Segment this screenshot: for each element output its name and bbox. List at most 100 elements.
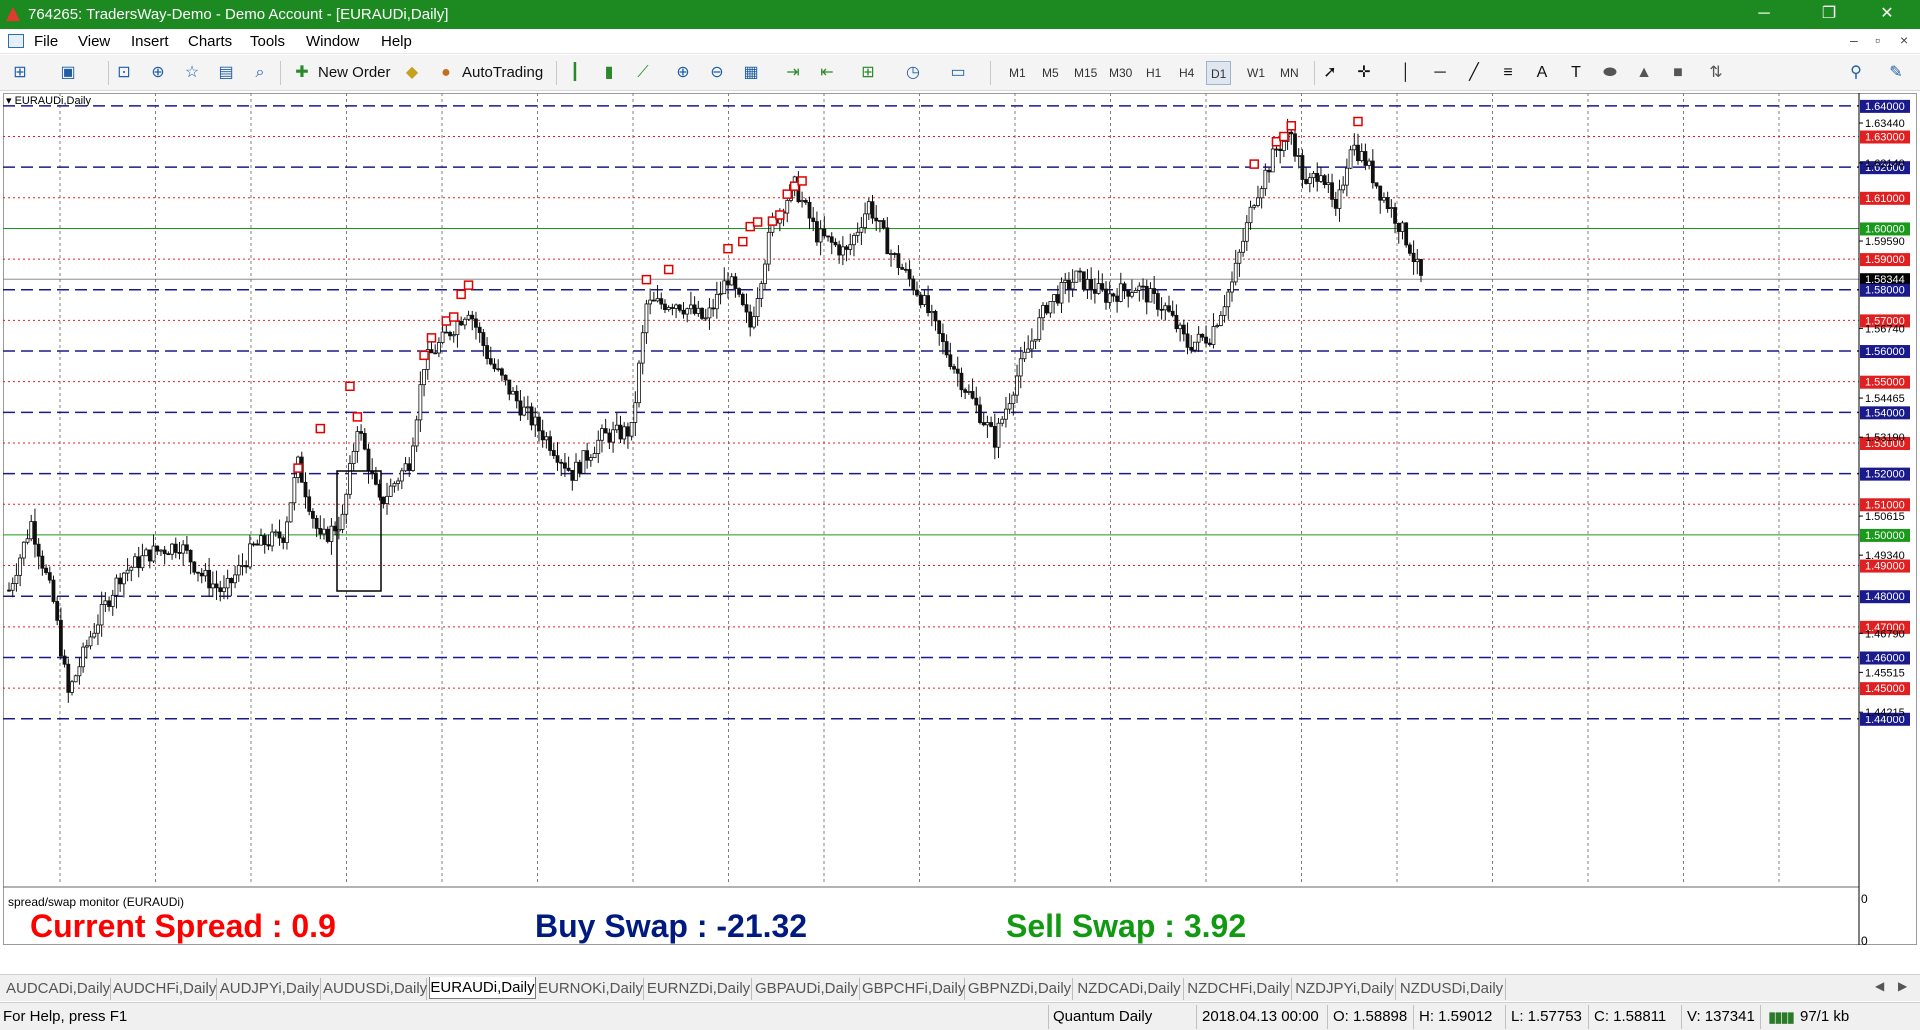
terminal-icon[interactable]: ▤ — [216, 63, 236, 83]
swing-marker — [775, 210, 785, 220]
ellipse-icon[interactable]: ⬬ — [1600, 63, 1620, 83]
autotrading-icon[interactable]: ● — [436, 63, 456, 83]
timeframe-m1[interactable]: M1 — [1005, 61, 1030, 85]
candle-body — [285, 521, 289, 543]
tab-gbpchfi-daily[interactable]: GBPCHFi,Daily — [862, 978, 965, 1000]
menu-window[interactable]: Window — [306, 33, 359, 50]
vertical-line-icon[interactable]: │ — [1396, 63, 1416, 83]
tab-audusdi-daily[interactable]: AUDUSDi,Daily — [323, 978, 427, 1000]
candle-body — [173, 543, 178, 553]
timeframe-m5[interactable]: M5 — [1038, 61, 1063, 85]
chart-window-icon[interactable] — [8, 34, 24, 48]
crosshair-icon[interactable]: ✛ — [1354, 63, 1374, 83]
candle-body — [99, 604, 104, 626]
candle-body — [1122, 283, 1127, 292]
candle-body — [1141, 285, 1145, 288]
auto-scroll-icon[interactable]: ⇥ — [783, 63, 803, 83]
horizontal-line-icon[interactable]: ─ — [1430, 63, 1450, 83]
price-chart[interactable]: 1.640001.630001.620001.610001.600001.590… — [3, 93, 1917, 945]
timeframe-mn[interactable]: MN — [1276, 61, 1303, 85]
menu-tools[interactable]: Tools — [250, 33, 285, 50]
new-order-icon[interactable]: ✚ — [292, 63, 312, 83]
strategy-tester-icon[interactable]: ⌕ — [250, 63, 270, 83]
timeframe-d1[interactable]: D1 — [1206, 61, 1232, 85]
candle-body — [874, 217, 879, 222]
minimize-button[interactable]: ─ — [1741, 2, 1787, 26]
indicators-icon[interactable]: ⊞ — [858, 63, 878, 83]
timeframe-m15[interactable]: M15 — [1070, 61, 1101, 85]
metaeditor-icon[interactable]: ◆ — [402, 63, 422, 83]
swing-marker — [663, 264, 674, 275]
tab-eurnoki-daily[interactable]: EURNOKi,Daily — [538, 978, 644, 1000]
mdi-close-button[interactable]: × — [1900, 32, 1908, 48]
text-icon[interactable]: A — [1532, 63, 1552, 83]
triangle-icon[interactable]: ▲ — [1634, 63, 1654, 83]
tabs-scroll-left-icon[interactable]: ◀ — [1875, 979, 1884, 993]
bar-chart-icon[interactable]: ┃ — [565, 63, 585, 83]
mdi-minimize-button[interactable]: – — [1850, 32, 1858, 48]
candle-body — [199, 572, 204, 577]
tab-gbpaudi-daily[interactable]: GBPAUDi,Daily — [754, 978, 860, 1000]
profiles-icon[interactable]: ▣ — [58, 63, 78, 83]
menu-charts[interactable]: Charts — [188, 33, 232, 50]
arrows-icon[interactable]: ⇅ — [1706, 63, 1726, 83]
tab-gbpnzdi-daily[interactable]: GBPNZDi,Daily — [967, 978, 1073, 1000]
swing-marker — [782, 189, 793, 199]
candle-body — [181, 544, 186, 554]
text-label-icon[interactable]: T — [1566, 63, 1586, 83]
menu-file[interactable]: File — [34, 33, 58, 50]
menu-help[interactable]: Help — [381, 33, 412, 50]
candle-body — [1359, 151, 1364, 162]
timeframe-h4[interactable]: H4 — [1175, 61, 1198, 85]
candle-body — [1419, 258, 1423, 276]
tab-nzdchfi-daily[interactable]: NZDCHFi,Daily — [1186, 978, 1292, 1000]
new-order-button[interactable]: New Order — [318, 61, 391, 85]
price-tag-label: 1.64000 — [1865, 101, 1905, 113]
candle-body — [451, 334, 456, 337]
candle-body — [1085, 279, 1090, 290]
zoom-in-icon[interactable]: ⊕ — [673, 63, 693, 83]
menu-view[interactable]: View — [78, 33, 110, 50]
tabs-scroll-right-icon[interactable]: ▶ — [1898, 979, 1907, 993]
candle-body — [1311, 172, 1316, 179]
candle-body — [1089, 279, 1094, 290]
cursor-icon[interactable]: ➚ — [1320, 63, 1340, 83]
tab-nzdcadi-daily[interactable]: NZDCADi,Daily — [1075, 978, 1184, 1000]
menu-insert[interactable]: Insert — [131, 33, 169, 50]
tab-nzdusdi-daily[interactable]: NZDUSDi,Daily — [1398, 978, 1506, 1000]
periods-icon[interactable]: ◷ — [903, 63, 923, 83]
zoom-out-icon[interactable]: ⊖ — [707, 63, 727, 83]
tab-euraudi-daily[interactable]: EURAUDi,Daily — [429, 977, 536, 999]
market-watch-icon[interactable]: ⊡ — [114, 63, 134, 83]
candlestick-icon[interactable]: ▮ — [599, 63, 619, 83]
timeframe-h1[interactable]: H1 — [1142, 61, 1165, 85]
navigator-icon[interactable]: ☆ — [182, 63, 202, 83]
tab-audchfi-daily[interactable]: AUDCHFi,Daily — [113, 978, 217, 1000]
tab-audjpyi-daily[interactable]: AUDJPYi,Daily — [219, 978, 321, 1000]
timeframe-m30[interactable]: M30 — [1105, 61, 1136, 85]
templates-icon[interactable]: ▭ — [948, 63, 968, 83]
autotrading-button[interactable]: AutoTrading — [462, 61, 543, 85]
data-window-icon[interactable]: ⊕ — [148, 63, 168, 83]
rectangle-icon[interactable]: ■ — [1668, 63, 1688, 83]
search-icon[interactable]: ⚲ — [1846, 63, 1866, 83]
maximize-button[interactable]: ❐ — [1806, 2, 1852, 26]
mdi-restore-button[interactable]: ▫ — [1875, 32, 1880, 48]
chart-shift-icon[interactable]: ⇤ — [817, 63, 837, 83]
tile-windows-icon[interactable]: ▦ — [741, 63, 761, 83]
candle-body — [325, 528, 330, 542]
price-tag-label: 1.46000 — [1865, 652, 1905, 664]
new-chart-icon[interactable]: ⊞ — [10, 63, 30, 83]
candle-body — [666, 307, 671, 311]
candle-body — [859, 227, 864, 233]
community-icon[interactable]: ✎ — [1886, 63, 1906, 83]
channel-icon[interactable]: ≡ — [1498, 63, 1518, 83]
candle-body — [511, 390, 515, 395]
trendline-icon[interactable]: ╱ — [1464, 63, 1484, 83]
tab-nzdjpyi-daily[interactable]: NZDJPYi,Daily — [1294, 978, 1396, 1000]
line-chart-icon[interactable]: ⟋ — [633, 63, 653, 83]
close-button[interactable]: ✕ — [1864, 2, 1910, 26]
tab-audcadi-daily[interactable]: AUDCADi,Daily — [6, 978, 111, 1000]
tab-eurnzdi-daily[interactable]: EURNZDi,Daily — [646, 978, 752, 1000]
timeframe-w1[interactable]: W1 — [1243, 61, 1269, 85]
